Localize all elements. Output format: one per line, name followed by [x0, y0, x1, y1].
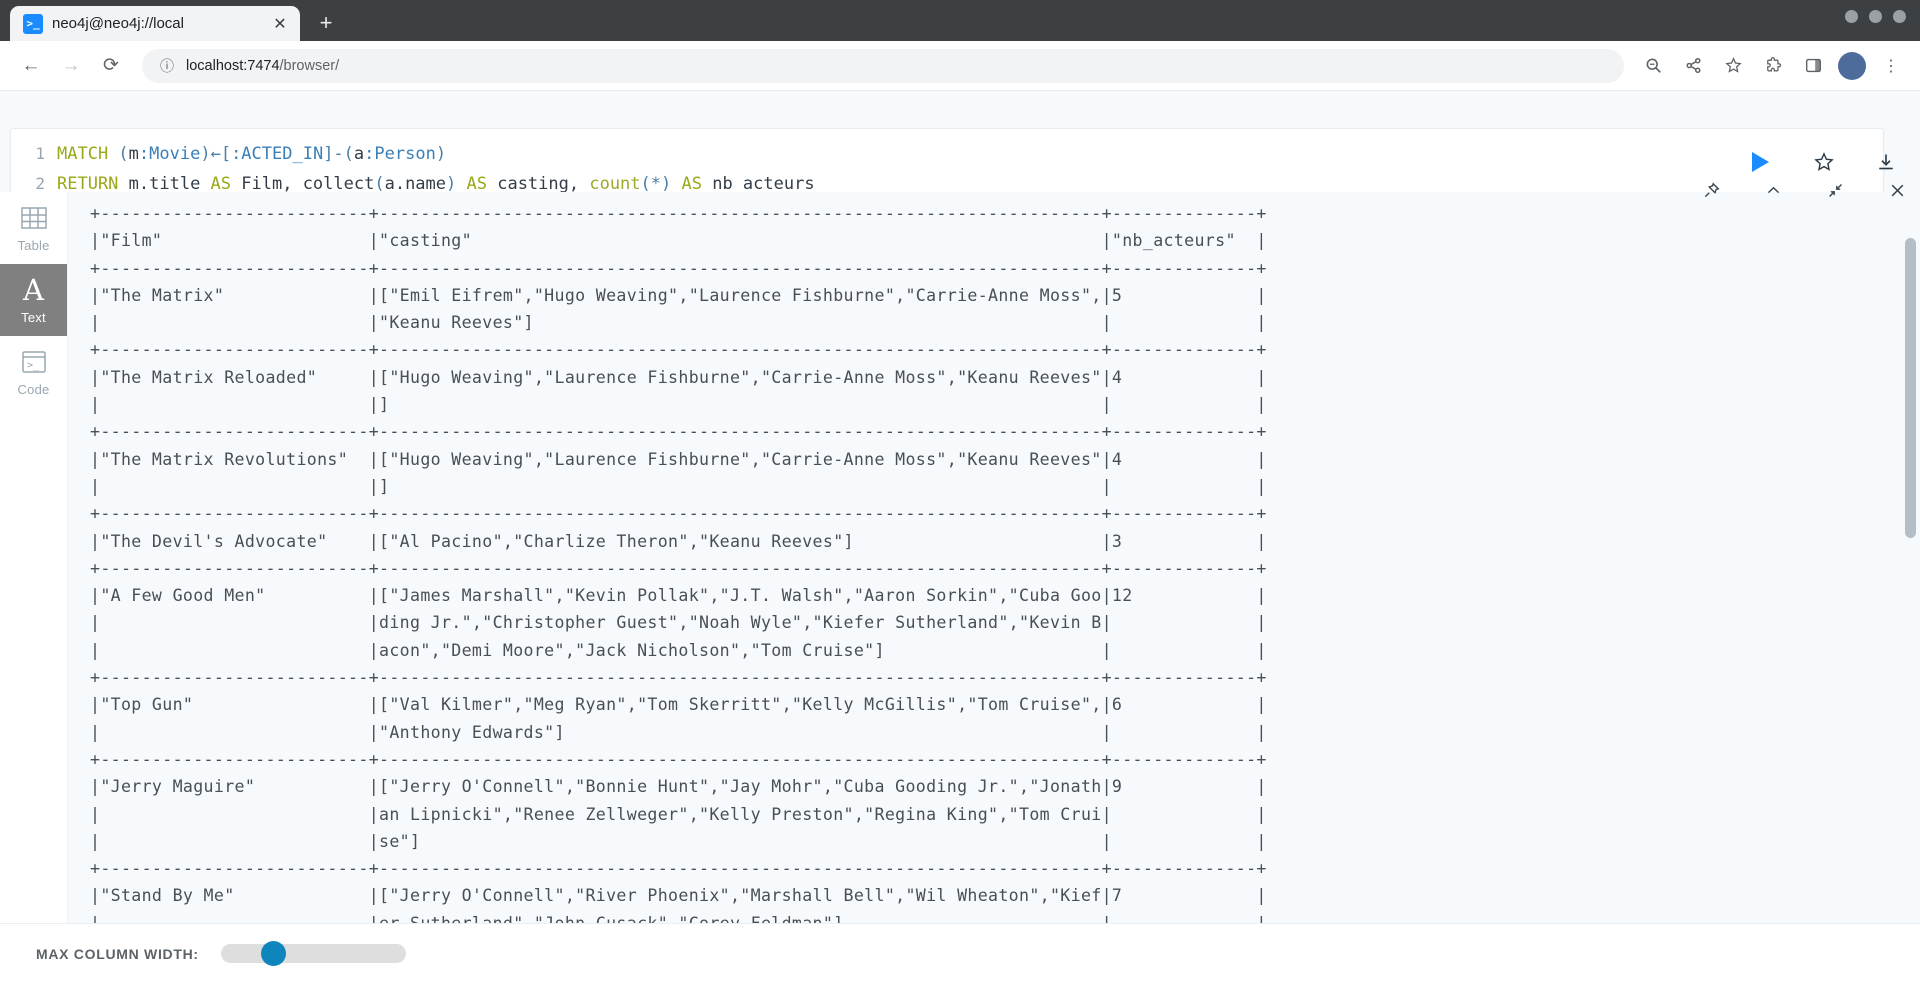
close-window-button[interactable] [1893, 10, 1906, 23]
code-icon: >_ [21, 347, 47, 377]
address-bar[interactable]: ⓘ localhost:7474/browser/ [142, 48, 1624, 83]
back-icon[interactable]: ← [14, 49, 48, 83]
sidebar-item-text[interactable]: A Text [0, 264, 67, 336]
slider-thumb[interactable] [260, 941, 286, 966]
extensions-icon[interactable] [1758, 51, 1788, 81]
code-tokens: MATCH (m:Movie)←[:ACTED_IN]-(a:Person) [57, 144, 447, 164]
svg-text:>_: >_ [27, 360, 40, 371]
forward-icon[interactable]: → [54, 49, 88, 83]
sidebar-item-label: Code [17, 382, 50, 397]
sidepanel-icon[interactable] [1798, 51, 1828, 81]
frame-controls [1698, 177, 1910, 203]
ascii-result-table: +--------------------------+------------… [90, 204, 1267, 923]
url-host: localhost:7474 [186, 57, 280, 74]
download-icon[interactable] [1873, 149, 1899, 175]
favorite-star-icon[interactable] [1811, 149, 1837, 175]
sidebar-item-label: Text [21, 310, 46, 325]
sidebar-item-table[interactable]: Table [0, 192, 67, 264]
maximize-button[interactable] [1869, 10, 1882, 23]
browser-toolbar: ← → ⟳ ⓘ localhost:7474/browser/ ⋮ [0, 41, 1920, 91]
code-line: 1 MATCH (m:Movie)←[:ACTED_IN]-(a:Person) [11, 139, 1883, 169]
avatar[interactable] [1838, 51, 1866, 80]
pin-icon[interactable] [1698, 177, 1724, 203]
terminal-icon: >_ [23, 13, 43, 34]
shrink-icon[interactable] [1822, 177, 1848, 203]
new-tab-button[interactable]: + [310, 7, 342, 39]
text-icon: A [23, 272, 44, 307]
share-icon[interactable] [1678, 51, 1708, 81]
minimize-button[interactable] [1845, 10, 1858, 23]
table-icon [20, 203, 47, 233]
reload-icon[interactable]: ⟳ [94, 49, 128, 83]
url-path: /browser/ [279, 57, 340, 74]
browser-tab-strip: >_ neo4j@neo4j://local ✕ + [0, 0, 1920, 41]
chevron-up-icon[interactable] [1760, 177, 1786, 203]
browser-tab-title: neo4j@neo4j://local [52, 15, 184, 32]
line-number: 1 [35, 144, 45, 163]
result-view-sidebar: Table A Text >_ Code [0, 192, 68, 923]
result-pane[interactable]: +--------------------------+------------… [68, 192, 1920, 923]
max-column-width-slider[interactable] [220, 941, 406, 966]
zoom-icon[interactable] [1638, 51, 1668, 81]
sidebar-item-label: Table [17, 238, 50, 253]
neo4j-browser-app: 1 MATCH (m:Movie)←[:ACTED_IN]-(a:Person) 2… [0, 91, 1920, 983]
max-column-width-label: MAX COLUMN WIDTH: [36, 945, 199, 962]
close-icon[interactable]: ✕ [270, 14, 290, 34]
window-controls [1845, 10, 1906, 23]
scrollbar-thumb[interactable] [1905, 238, 1916, 538]
run-query-button[interactable] [1745, 147, 1775, 177]
results-scrollbar[interactable] [1905, 238, 1916, 923]
browser-action-icons: ⋮ [1638, 51, 1906, 81]
close-frame-icon[interactable] [1884, 177, 1910, 203]
site-info-icon[interactable]: ⓘ [158, 57, 176, 75]
browser-tab[interactable]: >_ neo4j@neo4j://local ✕ [10, 6, 300, 41]
sidebar-item-code[interactable]: >_ Code [0, 336, 67, 408]
bookmark-icon[interactable] [1718, 51, 1748, 81]
browser-menu-icon[interactable]: ⋮ [1876, 51, 1906, 81]
result-bottom-bar: MAX COLUMN WIDTH: [0, 923, 1920, 983]
result-frame: Table A Text >_ Code +----------------------… [0, 192, 1920, 923]
